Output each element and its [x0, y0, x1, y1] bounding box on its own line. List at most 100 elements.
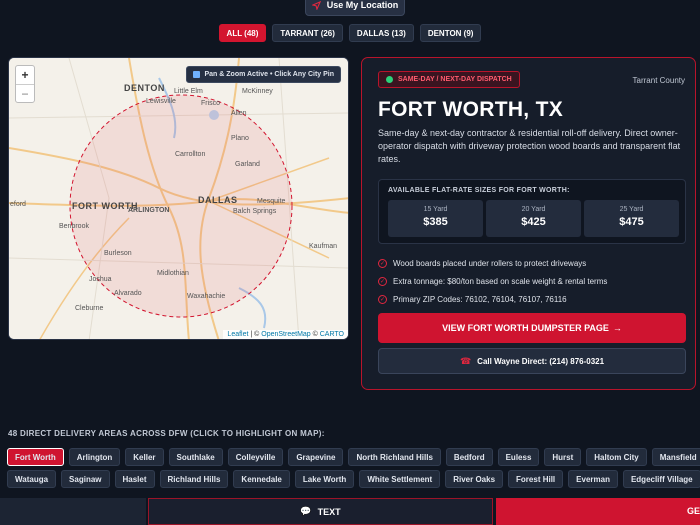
use-my-location-button[interactable]: Use My Location [305, 0, 405, 16]
map-label-dallas[interactable]: DALLAS [198, 195, 238, 205]
map-label-benbrook[interactable]: Benbrook [59, 223, 89, 230]
city-detail-card: SAME-DAY / NEXT-DAY DISPATCH Tarrant Cou… [361, 57, 696, 390]
view-city-page-button[interactable]: VIEW FORT WORTH DUMPSTER PAGE → [378, 313, 686, 343]
size-25-yard[interactable]: 25 Yard $475 [584, 200, 679, 237]
area-chip-row: Fort Worth Arlington Keller Southlake Colley… [7, 448, 700, 466]
map-label-burleson[interactable]: Burleson [104, 250, 132, 257]
filter-tarrant[interactable]: TARRANT (26) [272, 24, 343, 42]
map-label-allen[interactable]: Allen [231, 110, 247, 117]
area-chip-arlington[interactable]: Arlington [68, 448, 121, 466]
area-chip-fort-worth[interactable]: Fort Worth [7, 448, 64, 466]
size-label: 15 Yard [423, 206, 448, 213]
get-button-label: GE [686, 506, 700, 516]
service-area-map[interactable]: + − Pan & Zoom Active • Click Any City P… [8, 57, 349, 340]
chat-bubble-icon: 💬 [300, 506, 312, 516]
map-label-little-elm[interactable]: Little Elm [174, 88, 203, 95]
check-circle-icon: ✓ [378, 258, 387, 268]
area-chip-kennedale[interactable]: Kennedale [233, 470, 290, 488]
area-chip-bedford[interactable]: Bedford [445, 448, 493, 466]
carto-link[interactable]: CARTO [320, 331, 344, 338]
dispatch-badge: SAME-DAY / NEXT-DAY DISPATCH [378, 71, 520, 88]
attrib-separator: © [310, 331, 320, 338]
area-chip-row: Watauga Saginaw Haslet Richland Hills Kenned… [7, 470, 700, 488]
map-tiles [9, 58, 348, 339]
sizes-title: AVAILABLE FLAT-RATE SIZES FOR FORT WORTH… [388, 187, 570, 194]
area-chip-edgecliff-village[interactable]: Edgecliff Village [622, 470, 700, 488]
areas-title: 48 DIRECT DELIVERY AREAS ACROSS DFW (CLI… [8, 429, 325, 438]
check-circle-icon: ✓ [378, 276, 387, 286]
area-chip-white-settlement[interactable]: White Settlement [359, 470, 441, 488]
county-filter-bar: ALL (48) TARRANT (26) DALLAS (13) DENTON… [0, 24, 700, 42]
area-chip-watauga[interactable]: Watauga [7, 470, 57, 488]
area-chip-saginaw[interactable]: Saginaw [61, 470, 110, 488]
zoom-out-button[interactable]: − [16, 84, 34, 102]
map-attribution: Leaflet | © OpenStreetMap © CARTO [223, 330, 348, 339]
area-chip-richland-hills[interactable]: Richland Hills [159, 470, 229, 488]
size-price: $385 [423, 216, 448, 228]
map-label-denton[interactable]: DENTON [124, 83, 165, 93]
status-dot-icon [386, 76, 393, 83]
dispatch-badge-text: SAME-DAY / NEXT-DAY DISPATCH [398, 76, 512, 83]
area-chip-lake-worth[interactable]: Lake Worth [294, 470, 355, 488]
area-chip-colleyville[interactable]: Colleyville [227, 448, 284, 466]
map-label-cleburne[interactable]: Cleburne [75, 305, 103, 312]
size-price: $425 [521, 216, 546, 228]
area-chip-euless[interactable]: Euless [497, 448, 540, 466]
map-label-garland[interactable]: Garland [235, 161, 260, 168]
map-label-mckinney[interactable]: McKinney [242, 88, 273, 95]
map-label-kaufman[interactable]: Kaufman [309, 243, 337, 250]
map-label-lewisville[interactable]: Lewisville [146, 98, 176, 105]
navigation-arrow-icon [311, 0, 321, 10]
get-quote-button[interactable]: GE [496, 498, 700, 525]
area-chip-mansfield[interactable]: Mansfield [651, 448, 700, 466]
map-label-midlothian[interactable]: Midlothian [157, 270, 189, 277]
use-my-location-label: Use My Location [326, 0, 399, 10]
text-button-label: TEXT [317, 506, 341, 517]
map-label-plano[interactable]: Plano [231, 135, 249, 142]
area-chip-haslet[interactable]: Haslet [114, 470, 155, 488]
area-chip-river-oaks[interactable]: River Oaks [445, 470, 504, 488]
area-chip-everman[interactable]: Everman [568, 470, 618, 488]
map-globe-icon [193, 71, 201, 78]
bottom-call-segment[interactable] [0, 498, 146, 525]
map-label-frisco[interactable]: Frisco [201, 100, 220, 107]
map-label-alvarado[interactable]: Alvarado [114, 290, 142, 297]
area-chip-forest-hill[interactable]: Forest Hill [508, 470, 564, 488]
map-label-carrollton[interactable]: Carrollton [175, 151, 205, 158]
area-chip-hurst[interactable]: Hurst [544, 448, 582, 466]
map-label-waxahachie[interactable]: Waxahachie [187, 293, 225, 300]
map-hint-banner: Pan & Zoom Active • Click Any City Pin [186, 66, 341, 83]
area-chip-grapevine[interactable]: Grapevine [288, 448, 344, 466]
leaflet-link[interactable]: Leaflet [227, 331, 248, 338]
area-chip-southlake[interactable]: Southlake [168, 448, 223, 466]
call-label: Call Wayne Direct: (214) 876-0321 [477, 356, 605, 366]
zoom-in-button[interactable]: + [16, 66, 34, 84]
size-15-yard[interactable]: 15 Yard $385 [388, 200, 483, 237]
area-chips: Fort Worth Arlington Keller Southlake Colley… [7, 448, 700, 492]
call-button[interactable]: ☎ Call Wayne Direct: (214) 876-0321 [378, 348, 686, 374]
feature-item: ✓ Primary ZIP Codes: 76102, 76104, 76107,… [378, 290, 607, 308]
feature-list: ✓ Wood boards placed under rollers to pro… [378, 254, 607, 308]
phone-icon: ☎ [459, 355, 472, 366]
text-button[interactable]: 💬 TEXT [148, 498, 493, 525]
map-label-mesquite[interactable]: Mesquite [257, 198, 285, 205]
map-label-joshua[interactable]: Joshua [89, 276, 112, 283]
filter-denton[interactable]: DENTON (9) [419, 24, 482, 42]
area-chip-keller[interactable]: Keller [125, 448, 164, 466]
size-label: 20 Yard [521, 206, 546, 213]
cta-label: VIEW FORT WORTH DUMPSTER PAGE [442, 323, 609, 333]
area-chip-haltom-city[interactable]: Haltom City [586, 448, 647, 466]
county-label: Tarrant County [632, 76, 685, 85]
feature-item: ✓ Extra tonnage: $80/ton based on scale w… [378, 272, 607, 290]
area-chip-north-richland-hills[interactable]: North Richland Hills [348, 448, 441, 466]
city-description: Same-day & next-day contractor & residen… [378, 128, 681, 164]
feature-text: Wood boards placed under rollers to prot… [393, 258, 587, 268]
size-20-yard[interactable]: 20 Yard $425 [486, 200, 581, 237]
map-label-arlington[interactable]: ARLINGTON [128, 207, 169, 214]
map-label-weatherford[interactable]: eford [10, 201, 26, 208]
filter-dallas[interactable]: DALLAS (13) [348, 24, 414, 42]
filter-all[interactable]: ALL (48) [218, 24, 267, 42]
feature-text: Primary ZIP Codes: 76102, 76104, 76107, … [393, 294, 567, 304]
osm-link[interactable]: OpenStreetMap [261, 331, 310, 338]
map-label-balch-springs[interactable]: Balch Springs [233, 208, 276, 215]
